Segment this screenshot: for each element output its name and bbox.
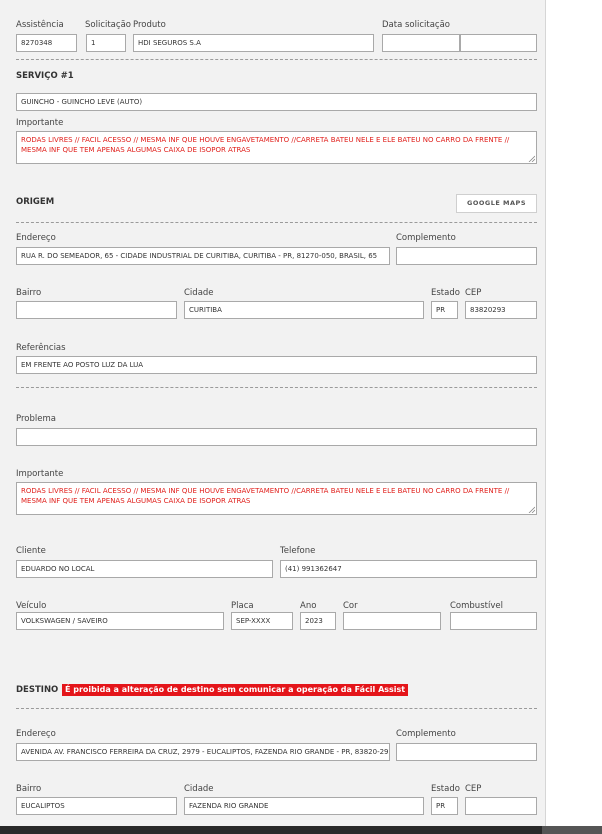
divider bbox=[16, 59, 537, 60]
placa-field[interactable]: SEP-XXXX bbox=[231, 612, 293, 630]
destino-complemento-field[interactable] bbox=[396, 743, 537, 761]
combustivel-label: Combustível bbox=[450, 601, 503, 611]
solicitacao-label: Solicitação bbox=[85, 20, 131, 30]
origem-cep-field[interactable]: 83820293 bbox=[465, 301, 537, 319]
destino-endereco-field[interactable]: AVENIDA AV. FRANCISCO FERREIRA DA CRUZ, … bbox=[16, 743, 390, 761]
origem-bairro-label: Bairro bbox=[16, 288, 42, 298]
origem-estado-field[interactable]: PR bbox=[431, 301, 458, 319]
origem-importante-label: Importante bbox=[16, 469, 64, 479]
destino-warning-badge: É proibida a alteração de destino sem co… bbox=[62, 684, 409, 696]
data-solicitacao-date-field[interactable] bbox=[382, 34, 460, 52]
produto-label: Produto bbox=[133, 20, 166, 30]
servico-type-field[interactable]: GUINCHO - GUINCHO LEVE (AUTO) bbox=[16, 93, 537, 111]
origem-importante-text: RODAS LIVRES // FACIL ACESSO // MESMA IN… bbox=[21, 487, 510, 505]
destino-cep-label: CEP bbox=[465, 784, 482, 794]
form-panel: Assistência 8270348 Solicitação 1 Produt… bbox=[0, 0, 546, 826]
cor-field[interactable] bbox=[343, 612, 441, 630]
origem-cidade-field[interactable]: CURITIBA bbox=[184, 301, 424, 319]
servico-heading: SERVIÇO #1 bbox=[16, 71, 74, 81]
destino-bairro-label: Bairro bbox=[16, 784, 42, 794]
bottom-bar-shade bbox=[542, 826, 602, 834]
origem-cidade-label: Cidade bbox=[184, 288, 214, 298]
destino-bairro-field[interactable]: EUCALIPTOS bbox=[16, 797, 177, 815]
origem-referencias-label: Referências bbox=[16, 343, 66, 353]
assistencia-field[interactable]: 8270348 bbox=[16, 34, 77, 52]
placa-label: Placa bbox=[231, 601, 254, 611]
origem-importante-textarea[interactable]: RODAS LIVRES // FACIL ACESSO // MESMA IN… bbox=[16, 482, 537, 515]
origem-complemento-field[interactable] bbox=[396, 247, 537, 265]
servico-importante-textarea[interactable]: RODAS LIVRES // FACIL ACESSO // MESMA IN… bbox=[16, 131, 537, 164]
origem-bairro-field[interactable] bbox=[16, 301, 177, 319]
servico-importante-text: RODAS LIVRES // FACIL ACESSO // MESMA IN… bbox=[21, 136, 510, 154]
origem-cep-label: CEP bbox=[465, 288, 482, 298]
origem-endereco-label: Endereço bbox=[16, 233, 56, 243]
destino-estado-label: Estado bbox=[431, 784, 460, 794]
destino-endereco-label: Endereço bbox=[16, 729, 56, 739]
servico-importante-label: Importante bbox=[16, 118, 64, 128]
origem-estado-label: Estado bbox=[431, 288, 460, 298]
origem-complemento-label: Complemento bbox=[396, 233, 456, 243]
destino-cidade-label: Cidade bbox=[184, 784, 214, 794]
assistencia-label: Assistência bbox=[16, 20, 64, 30]
destino-complemento-label: Complemento bbox=[396, 729, 456, 739]
resize-grip-icon[interactable] bbox=[528, 506, 535, 513]
origem-endereco-field[interactable]: RUA R. DO SEMEADOR, 65 - CIDADE INDUSTRI… bbox=[16, 247, 390, 265]
solicitacao-field[interactable]: 1 bbox=[86, 34, 126, 52]
cliente-field[interactable]: EDUARDO NO LOCAL bbox=[16, 560, 273, 578]
resize-grip-icon[interactable] bbox=[528, 155, 535, 162]
cor-label: Cor bbox=[343, 601, 358, 611]
produto-field[interactable]: HDI SEGUROS S.A bbox=[133, 34, 374, 52]
telefone-label: Telefone bbox=[280, 546, 316, 556]
destino-cidade-field[interactable]: FAZENDA RIO GRANDE bbox=[184, 797, 424, 815]
origem-problema-label: Problema bbox=[16, 414, 56, 424]
telefone-field[interactable]: (41) 991362647 bbox=[280, 560, 537, 578]
ano-label: Ano bbox=[300, 601, 317, 611]
combustivel-field[interactable] bbox=[450, 612, 537, 630]
destino-heading: DESTINO bbox=[16, 685, 59, 695]
google-maps-button[interactable]: GOOGLE MAPS bbox=[456, 194, 537, 213]
divider bbox=[16, 222, 537, 223]
origem-referencias-field[interactable]: EM FRENTE AO POSTO LUZ DA LUA bbox=[16, 356, 537, 374]
divider bbox=[16, 387, 537, 388]
origem-heading: ORIGEM bbox=[16, 197, 55, 207]
veiculo-label: Veículo bbox=[16, 601, 47, 611]
destino-estado-field[interactable]: PR bbox=[431, 797, 458, 815]
data-solicitacao-label: Data solicitação bbox=[382, 20, 451, 30]
origem-problema-field[interactable] bbox=[16, 428, 537, 446]
ano-field[interactable]: 2023 bbox=[300, 612, 336, 630]
cliente-label: Cliente bbox=[16, 546, 46, 556]
data-solicitacao-time-field[interactable] bbox=[460, 34, 537, 52]
destino-cep-field[interactable] bbox=[465, 797, 537, 815]
veiculo-field[interactable]: VOLKSWAGEN / SAVEIRO bbox=[16, 612, 224, 630]
bottom-bar bbox=[0, 826, 602, 834]
divider bbox=[16, 708, 537, 709]
